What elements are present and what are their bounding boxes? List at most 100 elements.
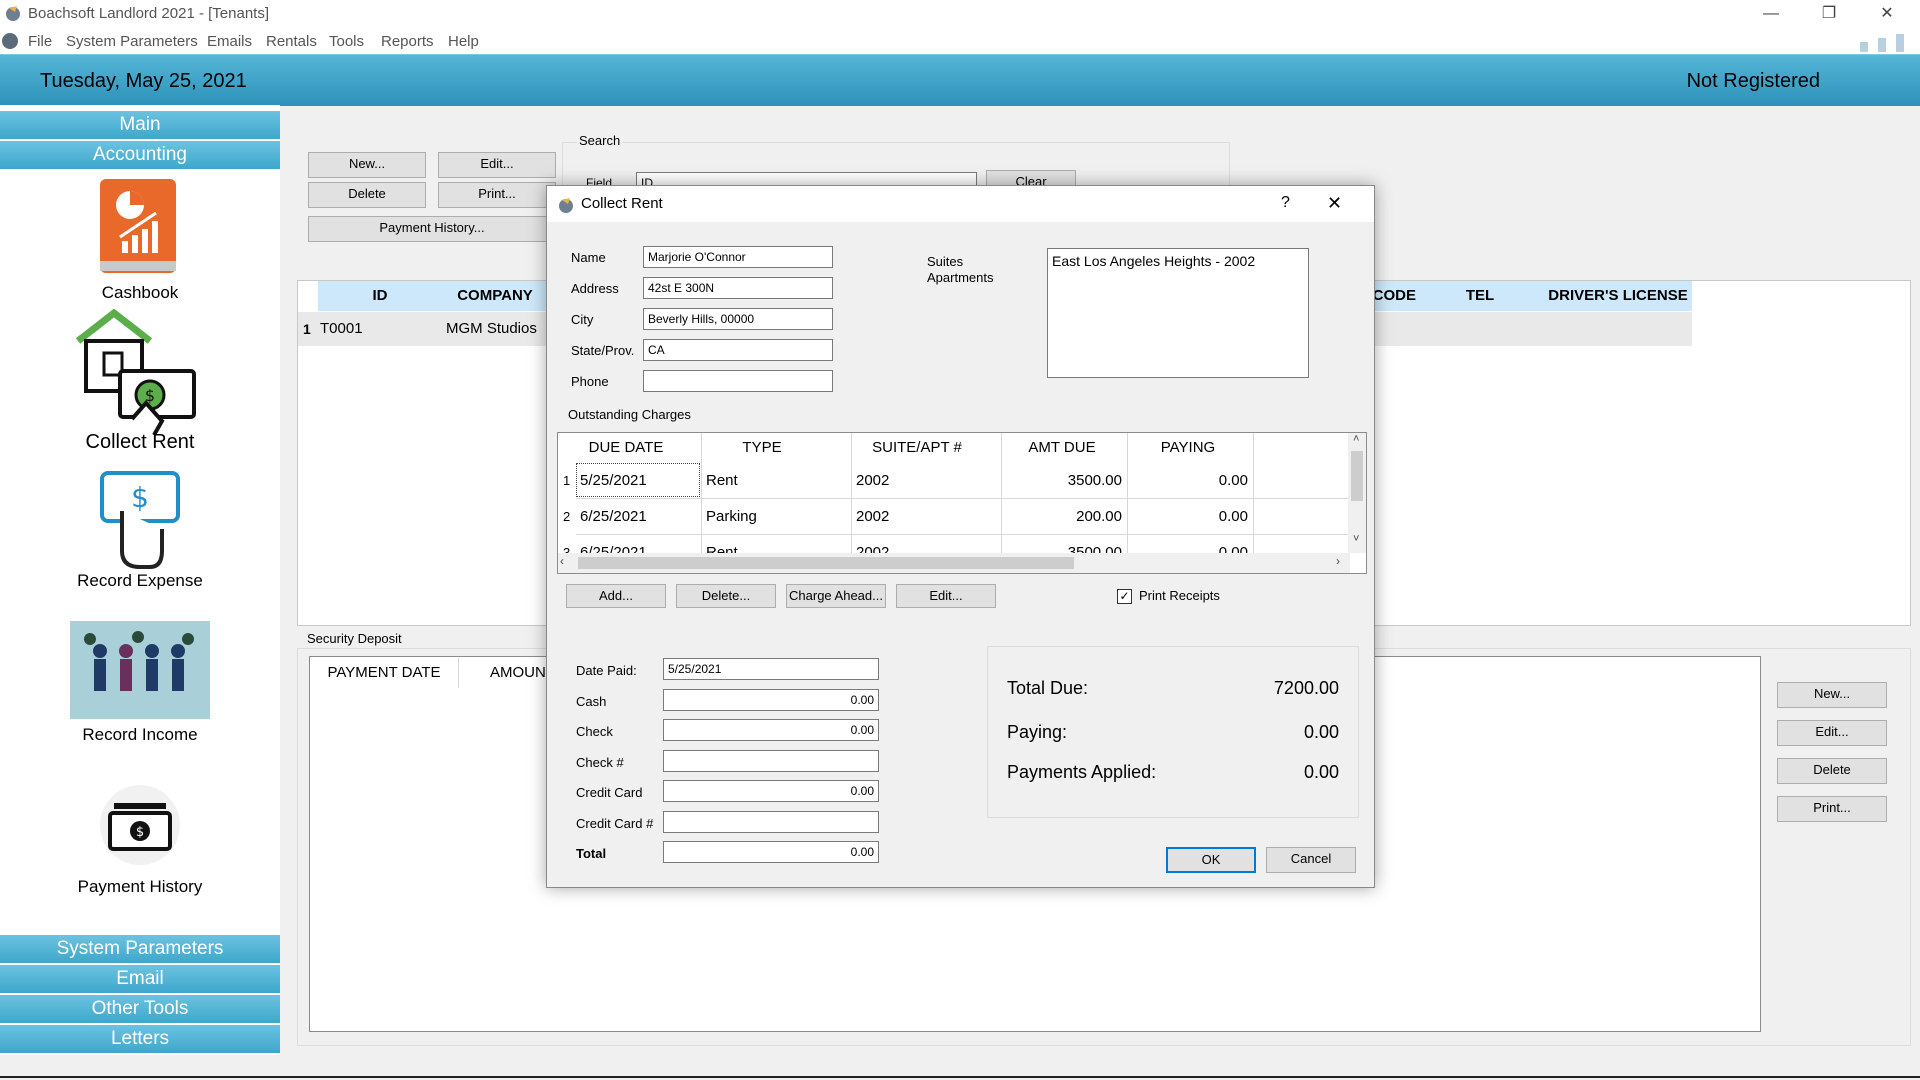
column-header-amt-due[interactable]: AMT DUE: [1002, 439, 1122, 456]
suites-list[interactable]: East Los Angeles Heights - 2002: [1047, 248, 1309, 378]
menu-file[interactable]: File: [28, 33, 52, 50]
sidebar-tab-system-parameters[interactable]: System Parameters: [0, 935, 280, 964]
security-deposit-label: Security Deposit: [307, 631, 402, 646]
scroll-right-icon[interactable]: ›: [1336, 554, 1340, 568]
edit-charge-button[interactable]: Edit...: [896, 584, 996, 608]
cancel-button[interactable]: Cancel: [1266, 847, 1356, 873]
table-row-tail: [1372, 312, 1692, 346]
dialog-close-button[interactable]: ✕: [1327, 193, 1342, 214]
phone-field[interactable]: [643, 370, 833, 392]
column-header-tel[interactable]: TEL: [1416, 281, 1544, 311]
row-number: 1: [563, 473, 571, 488]
tenant-id-cell[interactable]: T0001: [320, 320, 363, 337]
bottom-divider: [0, 1076, 1920, 1078]
date-paid-field[interactable]: 5/25/2021: [663, 658, 879, 680]
column-header-company[interactable]: COMPANY: [442, 281, 548, 311]
credit-card-number-field[interactable]: [663, 811, 879, 833]
menu-rentals[interactable]: Rentals: [266, 33, 317, 50]
sidebar-item-payment-history[interactable]: $ Payment History: [0, 773, 280, 913]
restore-button[interactable]: ❐: [1806, 2, 1852, 26]
sidebar-item-label: Payment History: [77, 877, 203, 896]
close-window-button[interactable]: ✕: [1864, 2, 1910, 26]
vertical-scroll-thumb[interactable]: [1351, 451, 1363, 501]
column-header-paying[interactable]: PAYING: [1128, 439, 1248, 456]
collect-rent-icon: $: [76, 309, 196, 436]
sidebar-tab-letters[interactable]: Letters: [0, 1025, 280, 1054]
charge-ahead-button[interactable]: Charge Ahead...: [786, 584, 886, 608]
deposit-print-button[interactable]: Print...: [1777, 796, 1887, 822]
sidebar-tab-email[interactable]: Email: [0, 965, 280, 994]
column-header-id[interactable]: ID: [318, 281, 442, 311]
scroll-up-icon[interactable]: ˄: [1353, 433, 1359, 445]
window-titlebar: [0, 0, 1920, 28]
sidebar-item-collect-rent[interactable]: $ Collect Rent: [0, 305, 280, 465]
tenant-print-button[interactable]: Print...: [438, 182, 556, 208]
vertical-scrollbar[interactable]: ˄ ˅: [1348, 433, 1366, 553]
minimize-button[interactable]: —: [1748, 2, 1794, 26]
payment-history-button[interactable]: Payment History...: [308, 216, 556, 242]
amt-due-cell[interactable]: 200.00: [1006, 508, 1122, 525]
suite-cell[interactable]: 2002: [856, 508, 889, 525]
cash-field[interactable]: 0.00: [663, 689, 879, 711]
paying-cell[interactable]: 0.00: [1132, 472, 1248, 489]
horizontal-scrollbar[interactable]: ‹ ›: [558, 553, 1350, 573]
system-menu-icon[interactable]: [2, 33, 18, 49]
menu-system-parameters[interactable]: System Parameters: [66, 33, 198, 50]
phone-label: Phone: [571, 374, 609, 389]
tenant-edit-button[interactable]: Edit...: [438, 152, 556, 178]
name-field[interactable]: Marjorie O'Connor: [643, 246, 833, 268]
search-label: Search: [577, 133, 623, 148]
tenant-delete-button[interactable]: Delete: [308, 182, 426, 208]
scroll-down-icon[interactable]: ˅: [1353, 533, 1359, 545]
address-field[interactable]: 42st E 300N: [643, 277, 833, 299]
amt-due-cell[interactable]: 3500.00: [1006, 472, 1122, 489]
city-field[interactable]: Beverly Hills, 00000: [643, 308, 833, 330]
menu-emails[interactable]: Emails: [207, 33, 252, 50]
charges-grid: DUE DATE TYPE SUITE/APT # AMT DUE PAYING…: [557, 432, 1367, 574]
column-header-suite-apt[interactable]: SUITE/APT #: [852, 439, 982, 456]
total-field[interactable]: 0.00: [663, 841, 879, 863]
deposit-edit-button[interactable]: Edit...: [1777, 720, 1887, 746]
ok-button[interactable]: OK: [1166, 847, 1256, 873]
deposit-new-button[interactable]: New...: [1777, 682, 1887, 708]
menu-reports[interactable]: Reports: [381, 33, 434, 50]
column-header-code[interactable]: CODE: [1372, 281, 1416, 311]
paying-cell[interactable]: 0.00: [1132, 508, 1248, 525]
due-date-cell[interactable]: 5/25/2021: [580, 472, 647, 489]
tenant-company-cell[interactable]: MGM Studios: [446, 320, 537, 337]
header-bar: [0, 54, 1920, 106]
sidebar-item-record-income[interactable]: Record Income: [0, 621, 280, 761]
check-field[interactable]: 0.00: [663, 719, 879, 741]
type-cell[interactable]: Parking: [706, 508, 757, 525]
city-label: City: [571, 312, 594, 327]
column-header-drivers-license[interactable]: DRIVER'S LICENSE: [1544, 281, 1692, 311]
print-receipts-checkbox[interactable]: ✓: [1117, 589, 1132, 604]
menu-tools[interactable]: Tools: [329, 33, 364, 50]
check-number-field[interactable]: [663, 750, 879, 772]
sidebar-item-record-expense[interactable]: $ Record Expense: [0, 467, 280, 607]
column-header-type[interactable]: TYPE: [702, 439, 822, 456]
sidebar-tab-accounting[interactable]: Accounting: [0, 141, 280, 170]
sidebar-tab-other-tools[interactable]: Other Tools: [0, 995, 280, 1024]
credit-card-field[interactable]: 0.00: [663, 780, 879, 802]
dialog-help-button[interactable]: ?: [1281, 194, 1290, 212]
deposit-delete-button[interactable]: Delete: [1777, 758, 1887, 784]
horizontal-scroll-thumb[interactable]: [578, 557, 1074, 569]
suites-list-item[interactable]: East Los Angeles Heights - 2002: [1052, 253, 1255, 269]
tenant-new-button[interactable]: New...: [308, 152, 426, 178]
delete-charge-button[interactable]: Delete...: [676, 584, 776, 608]
state-field[interactable]: CA: [643, 339, 833, 361]
column-header-payment-date[interactable]: PAYMENT DATE: [310, 658, 459, 688]
sidebar-item-label: Cashbook: [101, 283, 179, 302]
add-charge-button[interactable]: Add...: [566, 584, 666, 608]
due-date-cell[interactable]: 6/25/2021: [580, 508, 647, 525]
column-header-due-date[interactable]: DUE DATE: [576, 439, 676, 456]
state-label: State/Prov.: [571, 343, 635, 358]
column-header-amount[interactable]: AMOUN: [490, 658, 546, 688]
paying-label: Paying:: [1007, 722, 1068, 742]
sidebar-tab-main[interactable]: Main: [0, 111, 280, 140]
type-cell[interactable]: Rent: [706, 472, 738, 489]
menu-help[interactable]: Help: [448, 33, 479, 50]
scroll-left-icon[interactable]: ‹: [560, 554, 564, 568]
suite-cell[interactable]: 2002: [856, 472, 889, 489]
